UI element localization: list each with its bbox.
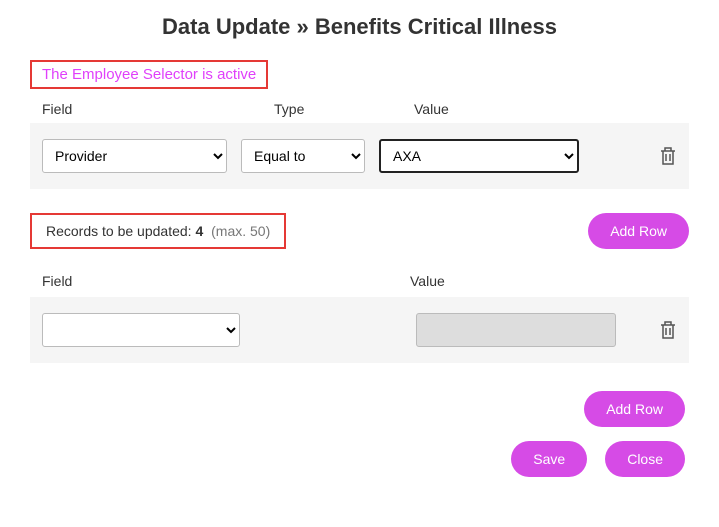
update-row bbox=[30, 297, 689, 363]
update-field-select[interactable] bbox=[42, 313, 240, 347]
filter-type-select[interactable]: Equal to bbox=[241, 139, 365, 173]
close-button[interactable]: Close bbox=[605, 441, 685, 477]
records-max: (max. 50) bbox=[211, 223, 270, 239]
records-count-box: Records to be updated: 4 (max. 50) bbox=[30, 213, 286, 249]
page-title: Data Update » Benefits Critical Illness bbox=[0, 0, 719, 60]
save-button[interactable]: Save bbox=[511, 441, 587, 477]
header-value: Value bbox=[414, 101, 677, 117]
records-count: 4 bbox=[195, 223, 203, 239]
records-label: Records to be updated: bbox=[46, 223, 195, 239]
update-headers: Field Value bbox=[30, 249, 689, 297]
trash-icon[interactable] bbox=[659, 320, 677, 340]
header-field: Field bbox=[42, 101, 274, 117]
trash-icon[interactable] bbox=[659, 146, 677, 166]
filter-row: Provider Equal to AXA bbox=[30, 123, 689, 189]
records-row: Records to be updated: 4 (max. 50) Add R… bbox=[30, 213, 689, 249]
filter-headers: Field Type Value bbox=[30, 97, 689, 123]
add-row-button[interactable]: Add Row bbox=[588, 213, 689, 249]
header-type: Type bbox=[274, 101, 414, 117]
selector-active-notice: The Employee Selector is active bbox=[30, 60, 268, 89]
filter-value-select[interactable]: AXA bbox=[379, 139, 579, 173]
add-row-button[interactable]: Add Row bbox=[584, 391, 685, 427]
update-value-input[interactable] bbox=[416, 313, 616, 347]
update-header-field: Field bbox=[42, 273, 410, 289]
filter-field-select[interactable]: Provider bbox=[42, 139, 227, 173]
update-header-value: Value bbox=[410, 273, 677, 289]
